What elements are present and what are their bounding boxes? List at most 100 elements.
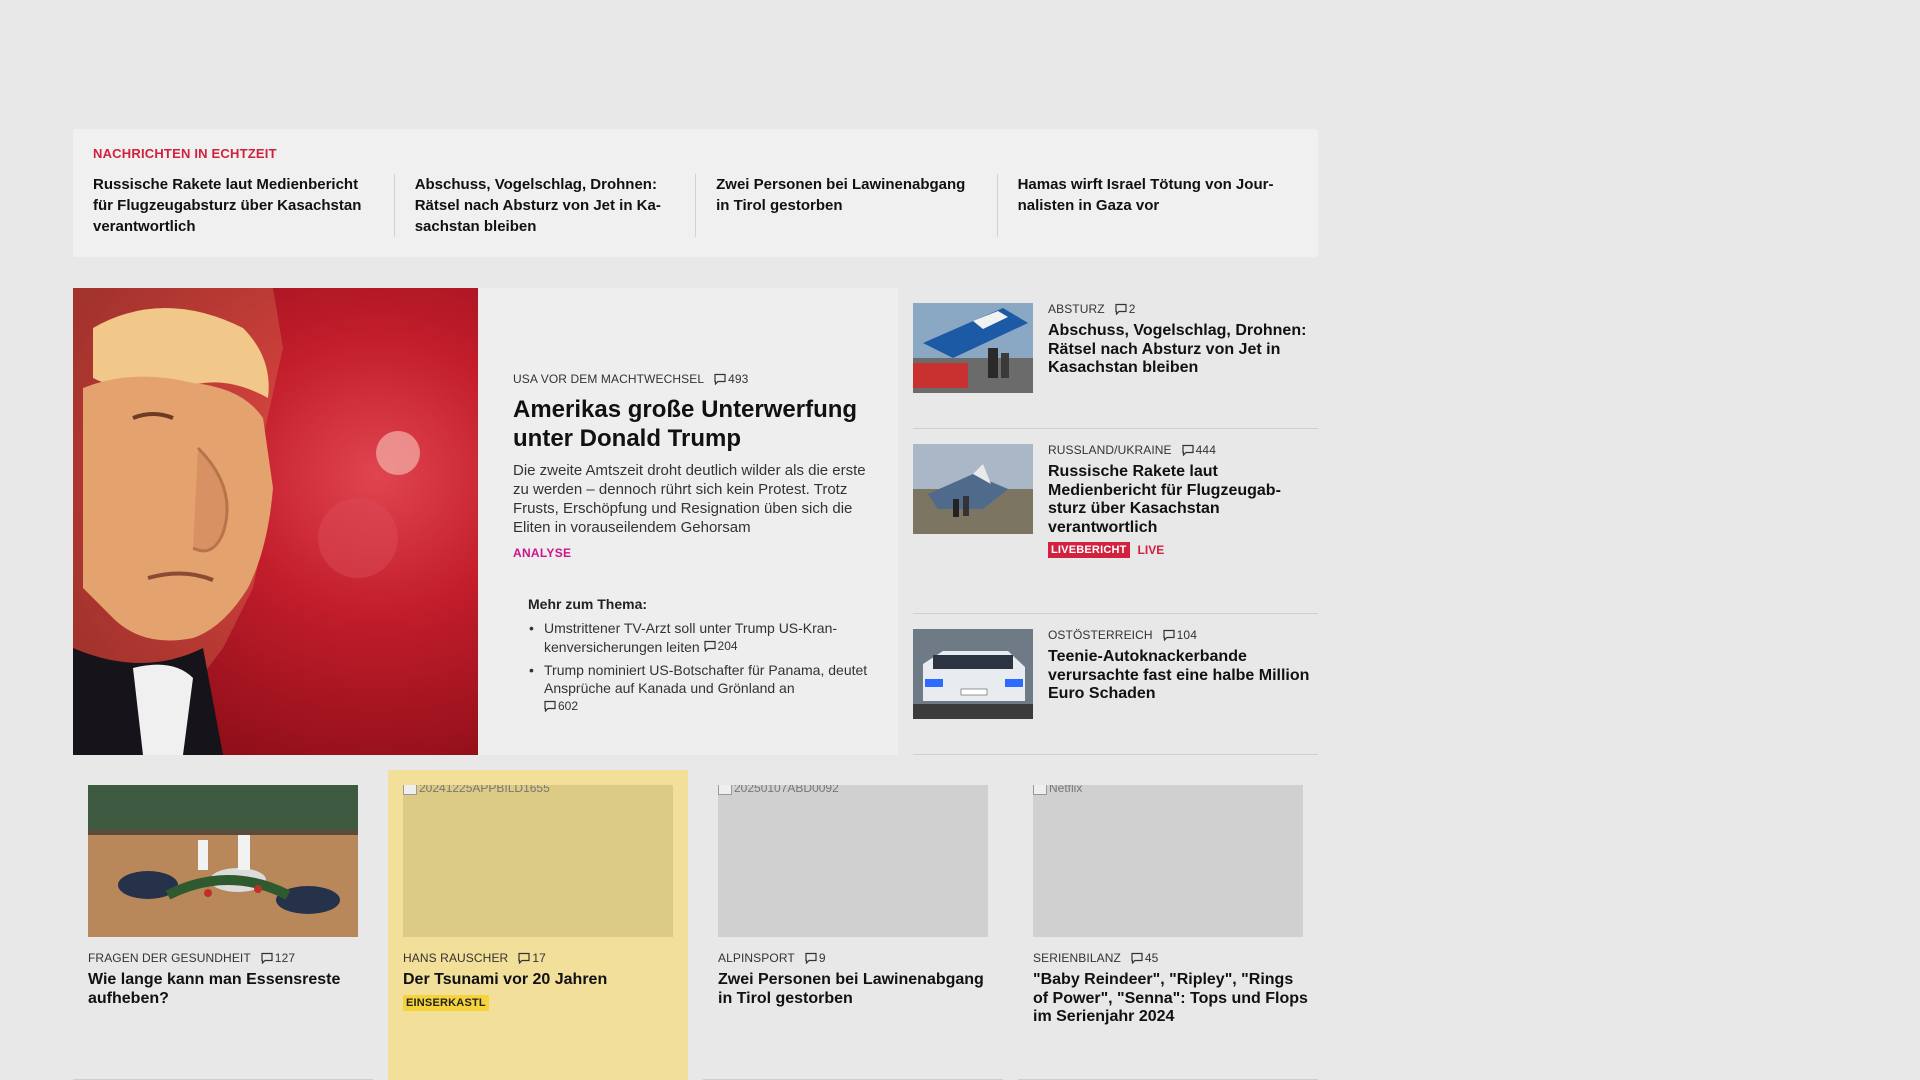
side-story-kicker: ABSTURZ 2 — [1048, 302, 1313, 316]
comment-number: 104 — [1176, 628, 1197, 642]
lead-kicker: USA VOR DEM MACHTWECHSEL 493 — [513, 372, 873, 386]
comment-bubble-icon — [1182, 444, 1194, 456]
more-item[interactable]: Umstrittener TV-Arzt soll unter Trump US… — [528, 619, 873, 656]
side-story-kicker: OSTÖSTERREICH 104 — [1048, 628, 1313, 642]
comment-number: 493 — [728, 372, 749, 386]
side-stories: ABSTURZ 2 Abschuss, Vogelschlag, Drohnen… — [913, 288, 1318, 755]
kicker-text: HANS RAUSCHER — [403, 951, 509, 965]
story-card-image[interactable]: 20241225APPBILD1655 — [403, 785, 673, 937]
story-card-headline[interactable]: "Baby Reindeer", "Ripley", "Rings of Pow… — [1033, 971, 1308, 1027]
ticker-item[interactable]: Russische Rakete laut Medienbericht für … — [93, 174, 394, 237]
kicker-text: SERIENBILANZ — [1033, 951, 1121, 965]
story-card-headline[interactable]: Der Tsunami vor 20 Jahren — [403, 971, 678, 990]
side-story-image[interactable] — [913, 629, 1033, 719]
comment-number: 17 — [532, 951, 546, 965]
comment-count[interactable]: 17 — [518, 951, 546, 965]
more-on-topic: Mehr zum Thema: Umstrittener TV-Arzt sol… — [528, 596, 873, 721]
comment-bubble-icon — [1115, 303, 1127, 315]
story-card-kicker: HANS RAUSCHER 17 — [403, 951, 678, 965]
analysis-label: ANALYSE — [513, 546, 572, 560]
more-title: Mehr zum Thema: — [528, 596, 648, 612]
comment-bubble-icon — [805, 952, 817, 964]
story-card-highlighted[interactable]: 20241225APPBILD1655 HANS RAUSCHER 17 Der… — [388, 770, 688, 1080]
comment-number: 45 — [1144, 951, 1159, 965]
broken-image-icon — [718, 785, 732, 795]
story-card-image[interactable]: Netflix — [1033, 785, 1303, 937]
bottom-story-row: FRAGEN DER GESUNDHEIT 127 Wie lange kann… — [73, 770, 1318, 1080]
comment-bubble-icon — [261, 952, 273, 964]
comment-count[interactable]: 9 — [805, 951, 826, 965]
comment-count[interactable]: 204 — [703, 637, 738, 655]
side-story-headline[interactable]: Abschuss, Vogelschlag, Drohnen: Rätsel n… — [1048, 322, 1313, 378]
story-card-image[interactable] — [88, 785, 358, 937]
story-card[interactable]: Netflix SERIENBILANZ 45 "Baby Reindeer",… — [1018, 770, 1318, 1080]
comment-count[interactable]: 444 — [1182, 443, 1216, 457]
live-ticker: NACHRICHTEN IN ECHTZEIT Russische Rakete… — [73, 129, 1318, 257]
plane-crash-photo — [913, 303, 1033, 393]
kicker-text: USA VOR DEM MACHTWECHSEL — [513, 372, 705, 386]
kicker-text: ABSTURZ — [1048, 302, 1105, 316]
kicker-text: OSTÖSTERREICH — [1048, 628, 1153, 642]
crash-site-photo — [913, 444, 1033, 534]
einserkastl-tag: EINSERKASTL — [403, 994, 489, 1011]
comment-count[interactable]: 45 — [1131, 951, 1159, 965]
ticker-items: Russische Rakete laut Medienbericht für … — [93, 174, 1298, 237]
side-story-kicker: RUSSLAND/UKRAINE 444 — [1048, 443, 1313, 457]
police-car-photo — [913, 629, 1033, 719]
story-card-kicker: SERIENBILANZ 45 — [1033, 951, 1308, 965]
comment-number: 204 — [717, 639, 738, 653]
comment-bubble-icon — [518, 952, 530, 964]
comment-number: 2 — [1128, 302, 1136, 316]
side-story-headline[interactable]: Russische Rakete laut Medienbericht für … — [1048, 463, 1313, 537]
more-item[interactable]: Trump nominiert US-Botschafter für Panam… — [528, 661, 873, 716]
side-story-text: ABSTURZ 2 Abschuss, Vogelschlag, Drohnen… — [1048, 302, 1313, 378]
comment-number: 444 — [1195, 443, 1216, 457]
broken-image-icon — [1033, 785, 1047, 795]
ticker-item[interactable]: Hamas wirft Israel Tötung von Jour­nalis… — [996, 174, 1298, 237]
story-card-kicker: ALPINSPORT 9 — [718, 951, 993, 965]
side-story-text: RUSSLAND/UKRAINE 444 Russische Rakete la… — [1048, 443, 1313, 558]
story-card-image[interactable]: 20250107ABD0092 — [718, 785, 988, 937]
story-card-text: HANS RAUSCHER 17 Der Tsunami vor 20 Jahr… — [403, 951, 678, 1011]
side-story[interactable]: ABSTURZ 2 Abschuss, Vogelschlag, Drohnen… — [913, 288, 1318, 429]
side-story[interactable]: OSTÖSTERREICH 104 Teenie-Autoknackerband… — [913, 614, 1318, 755]
live-badges: LIVEBERICHT LIVE — [1048, 542, 1313, 558]
dinner-table-photo — [88, 785, 358, 937]
broken-image-alt: 20241225APPBILD1655 — [403, 785, 550, 795]
lead-image[interactable] — [73, 288, 478, 755]
story-card-text: FRAGEN DER GESUNDHEIT 127 Wie lange kann… — [88, 951, 363, 1008]
live-label: LIVE — [1137, 543, 1165, 557]
story-card-text: ALPINSPORT 9 Zwei Personen bei Lawinenab… — [718, 951, 993, 1008]
image-alt-text: Netflix — [1049, 785, 1083, 795]
broken-image-icon — [403, 785, 417, 795]
comment-count[interactable]: 127 — [261, 951, 295, 965]
comment-count[interactable]: 493 — [714, 372, 748, 386]
comment-count[interactable]: 104 — [1163, 628, 1197, 642]
side-story-headline[interactable]: Teenie-Autoknackerbande verursachte fast… — [1048, 648, 1313, 704]
side-story[interactable]: RUSSLAND/UKRAINE 444 Russische Rakete la… — [913, 429, 1318, 614]
comment-bubble-icon — [714, 373, 726, 385]
livebericht-badge: LIVEBERICHT — [1048, 542, 1130, 558]
story-card[interactable]: FRAGEN DER GESUNDHEIT 127 Wie lange kann… — [73, 770, 373, 1080]
more-item-text: Umstrittener TV-Arzt soll unter Trump US… — [544, 620, 838, 655]
lead-text: USA VOR DEM MACHTWECHSEL 493 Amerikas gr… — [513, 372, 873, 560]
ticker-item[interactable]: Abschuss, Vogelschlag, Drohnen: Rätsel n… — [393, 174, 695, 237]
comment-bubble-icon — [1163, 629, 1175, 641]
comment-count[interactable]: 602 — [544, 697, 578, 715]
kicker-text: FRAGEN DER GESUNDHEIT — [88, 951, 251, 965]
comment-number: 127 — [274, 951, 296, 965]
ticker-item[interactable]: Zwei Personen bei Lawinenabgang in Tirol… — [695, 174, 996, 237]
story-card[interactable]: 20250107ABD0092 ALPINSPORT 9 Zwei Person… — [703, 770, 1003, 1080]
image-alt-text: 20241225APPBILD1655 — [419, 785, 550, 795]
comment-count[interactable]: 2 — [1115, 302, 1136, 316]
lead-headline[interactable]: Amerikas große Unterwerfung unter Donald… — [513, 395, 873, 453]
page: NACHRICHTEN IN ECHTZEIT Russische Rakete… — [0, 0, 1920, 1080]
comment-bubble-icon — [544, 700, 556, 712]
story-card-headline[interactable]: Zwei Personen bei Lawinenabgang in Tirol… — [718, 971, 993, 1008]
story-card-headline[interactable]: Wie lange kann man Essensreste aufheben? — [88, 971, 363, 1008]
lead-teaser[interactable]: Die zweite Amtszeit droht deutlich wilde… — [513, 461, 873, 537]
comment-bubble-icon — [703, 640, 716, 652]
side-story-image[interactable] — [913, 303, 1033, 393]
side-story-image[interactable] — [913, 444, 1033, 534]
side-story-text: OSTÖSTERREICH 104 Teenie-Autoknackerband… — [1048, 628, 1313, 704]
